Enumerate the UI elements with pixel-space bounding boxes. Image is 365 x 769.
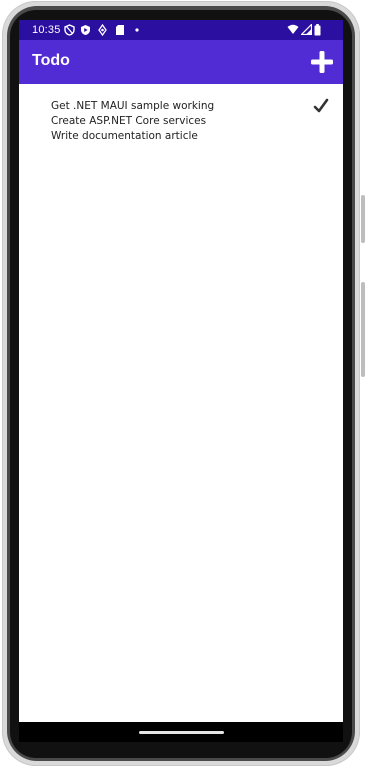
add-todo-button[interactable] bbox=[309, 49, 335, 75]
todo-item-name: Write documentation article bbox=[51, 130, 198, 142]
device-frame: 10:35 Todo Get .NET MAUI sample working … bbox=[0, 0, 365, 769]
signal-icon bbox=[301, 24, 312, 35]
todo-item[interactable]: Write documentation article bbox=[19, 129, 343, 144]
dot-icon bbox=[135, 28, 139, 32]
sd-card-icon bbox=[116, 25, 124, 35]
todo-item[interactable]: Create ASP.NET Core services bbox=[19, 114, 343, 129]
page-title: Todo bbox=[32, 52, 70, 69]
play-protect-icon bbox=[81, 25, 90, 35]
status-bar: 10:35 bbox=[19, 20, 343, 40]
todo-list: Get .NET MAUI sample working Create ASP.… bbox=[19, 84, 343, 144]
plus-icon bbox=[311, 51, 333, 73]
todo-item-name: Create ASP.NET Core services bbox=[51, 115, 207, 127]
todo-item-name: Get .NET MAUI sample working bbox=[51, 100, 215, 112]
battery-icon bbox=[314, 24, 321, 36]
volume-button bbox=[361, 195, 365, 243]
app-bar: Todo bbox=[19, 40, 343, 84]
todo-item[interactable]: Get .NET MAUI sample working bbox=[19, 98, 343, 114]
checkmark-icon bbox=[313, 98, 329, 113]
wifi-icon bbox=[287, 24, 299, 34]
location-icon bbox=[98, 24, 107, 36]
navigation-bar bbox=[19, 722, 343, 742]
home-gesture-handle[interactable] bbox=[139, 731, 224, 734]
shield-icon bbox=[64, 24, 75, 36]
status-time: 10:35 bbox=[32, 24, 61, 36]
power-button bbox=[361, 282, 365, 377]
phone-screen: 10:35 Todo Get .NET MAUI sample working … bbox=[19, 20, 343, 742]
